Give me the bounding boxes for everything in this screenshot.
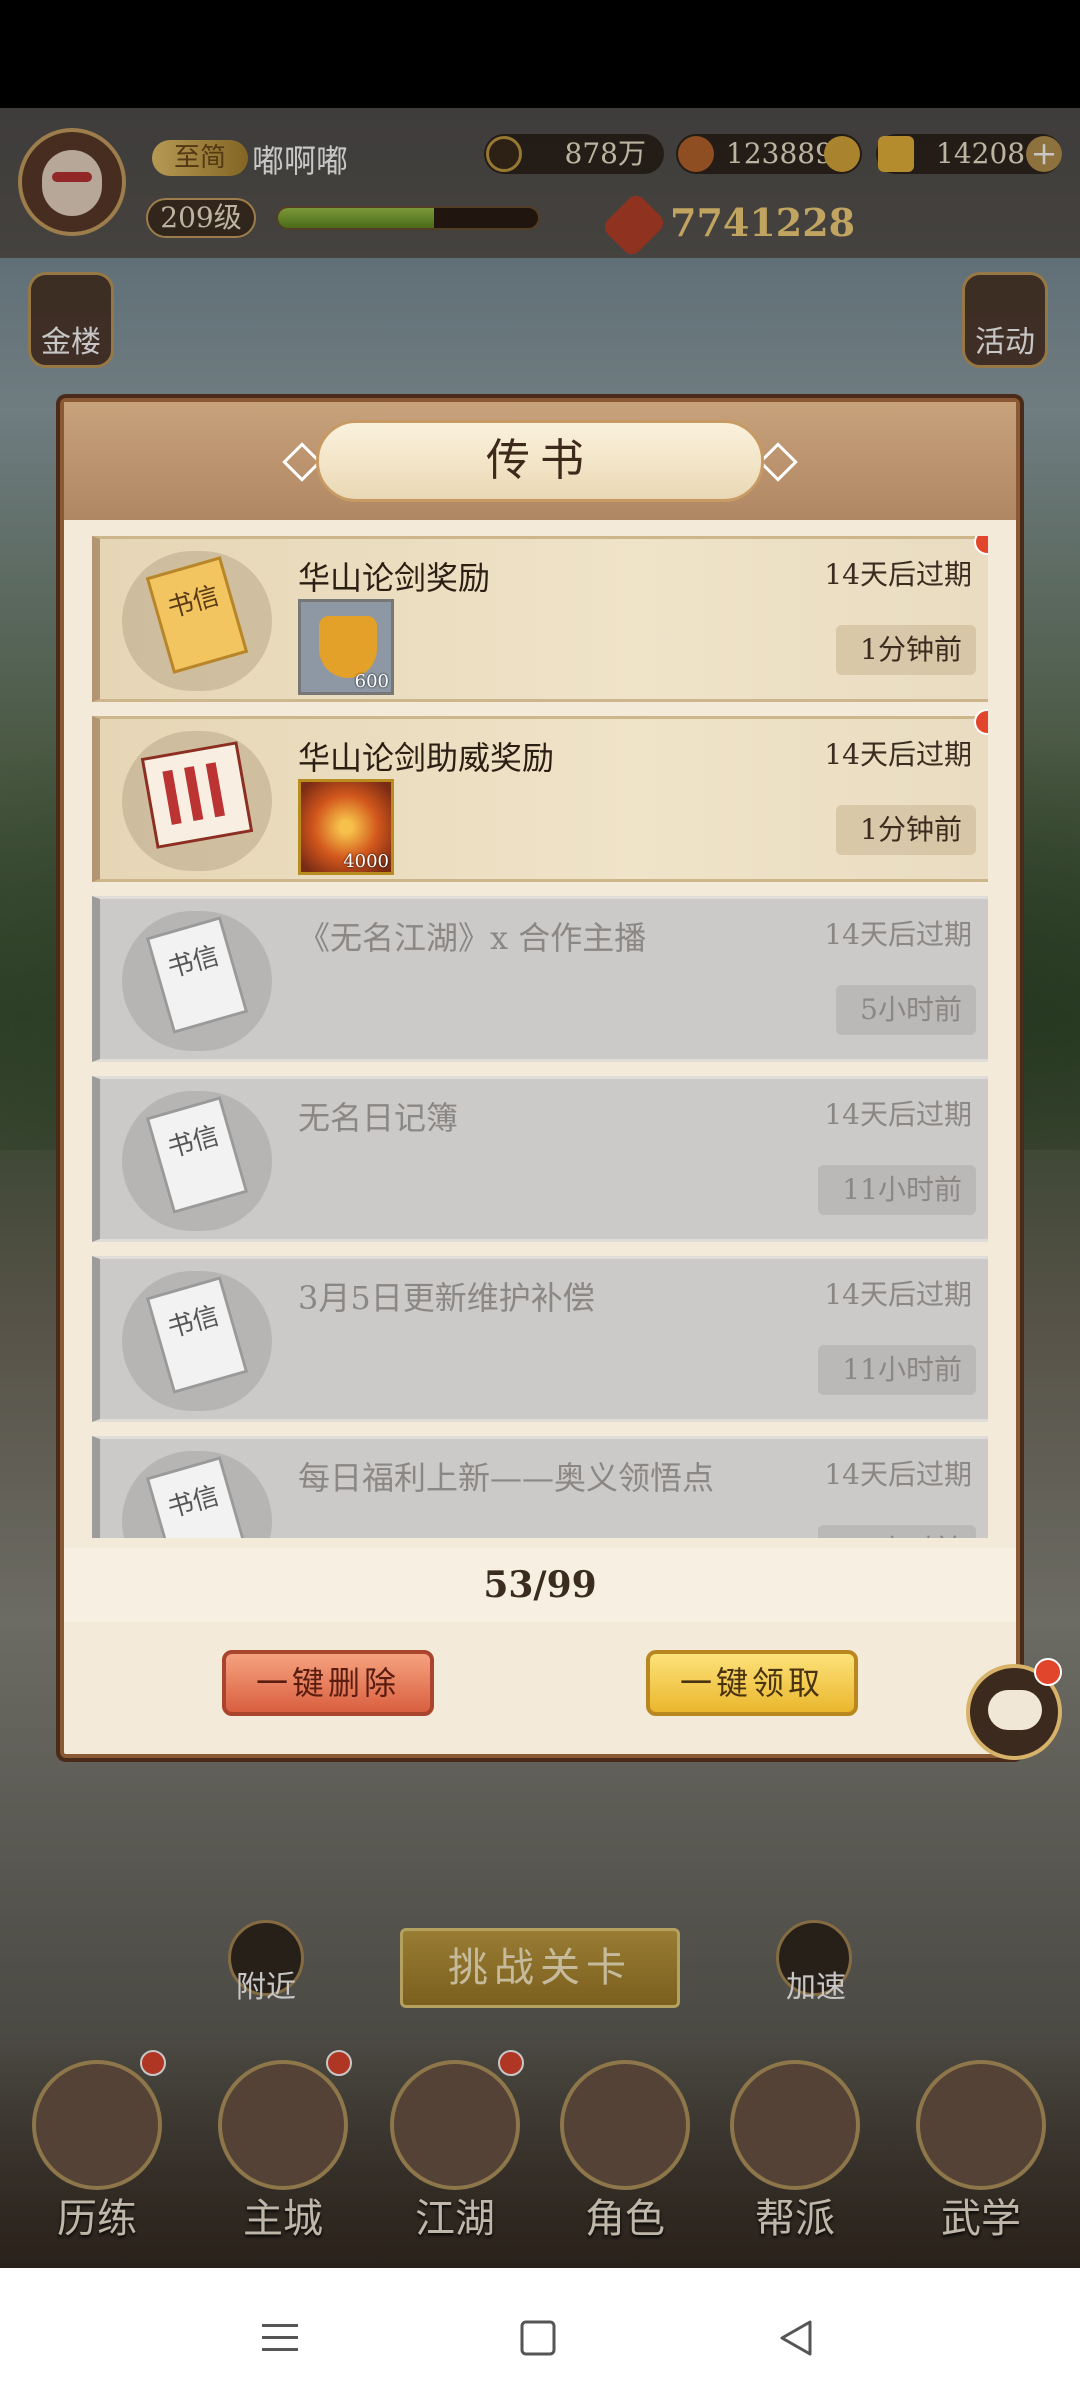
mail-time: 11小时前 xyxy=(818,1345,976,1395)
mail-title: 华山论剑奖励 xyxy=(298,559,491,597)
menu-icon[interactable] xyxy=(258,2316,302,2360)
mail-title: 华山论剑助威奖励 xyxy=(298,739,555,777)
delete-all-button[interactable]: 一键删除 xyxy=(222,1650,434,1716)
mail-expire: 14天后过期 xyxy=(824,558,972,591)
letter-glyph: 书信 xyxy=(164,580,223,625)
mail-expire: 14天后过期 xyxy=(824,1098,972,1131)
mail-list[interactable]: 书信 华山论剑奖励 14天后过期 600 1分钟前 华山论剑助威奖励 14天后过… xyxy=(92,536,988,1538)
mail-item[interactable]: 书信 无名日记簿 14天后过期 11小时前 xyxy=(92,1076,988,1242)
unread-dot xyxy=(974,709,988,735)
mail-item[interactable]: 华山论剑助威奖励 14天后过期 4000 1分钟前 xyxy=(92,709,988,882)
unread-dot xyxy=(974,536,988,555)
mail-expire: 14天后过期 xyxy=(824,1278,972,1311)
mail-title: 3月5日更新维护补偿 xyxy=(298,1279,595,1317)
mail-item[interactable]: 书信 华山论剑奖励 14天后过期 600 1分钟前 xyxy=(92,536,988,702)
mail-count: 53/99 xyxy=(64,1548,1016,1622)
mail-title: 《无名江湖》x 合作主播 xyxy=(298,919,647,957)
mail-title: 每日福利上新——奥义领悟点 xyxy=(298,1459,715,1497)
mail-item[interactable]: 书信 《无名江湖》x 合作主播 14天后过期 5小时前 xyxy=(92,896,988,1062)
trumpet-icon xyxy=(319,616,377,678)
claim-all-button[interactable]: 一键领取 xyxy=(646,1650,858,1716)
mail-time: 1分钟前 xyxy=(836,625,976,675)
scroll-letter-icon xyxy=(140,741,254,849)
letter-glyph: 书信 xyxy=(164,1120,223,1165)
mail-item[interactable]: 书信 3月5日更新维护补偿 14天后过期 11小时前 xyxy=(92,1256,988,1422)
chat-button[interactable] xyxy=(966,1658,1062,1760)
chat-bubble-icon xyxy=(988,1690,1042,1730)
mail-expire: 14天后过期 xyxy=(824,1458,972,1491)
panel-title-plate: 传书 xyxy=(316,420,764,502)
reward-qty: 600 xyxy=(354,671,389,692)
mail-time: 11小时前 xyxy=(818,1165,976,1215)
letter-glyph: 书信 xyxy=(164,1300,223,1345)
mail-time: 11小时前 xyxy=(818,1525,976,1538)
letter-glyph: 书信 xyxy=(164,940,223,985)
reward-qty: 4000 xyxy=(343,851,389,872)
mail-time: 1分钟前 xyxy=(836,805,976,855)
mail-title: 无名日记簿 xyxy=(298,1099,459,1137)
mail-expire: 14天后过期 xyxy=(824,738,972,771)
notify-dot xyxy=(1034,1658,1062,1686)
home-icon[interactable] xyxy=(516,2316,560,2360)
panel-title: 传书 xyxy=(486,435,594,486)
back-icon[interactable] xyxy=(774,2316,818,2360)
letter-glyph: 书信 xyxy=(164,1480,223,1525)
reward-item-icon[interactable]: 600 xyxy=(298,599,394,695)
mail-item[interactable]: 书信 每日福利上新——奥义领悟点 14天后过期 11小时前 xyxy=(92,1436,988,1538)
status-bar xyxy=(0,0,1080,108)
reward-item-icon[interactable]: 4000 xyxy=(298,779,394,875)
mail-time: 5小时前 xyxy=(836,985,976,1035)
mail-expire: 14天后过期 xyxy=(824,918,972,951)
